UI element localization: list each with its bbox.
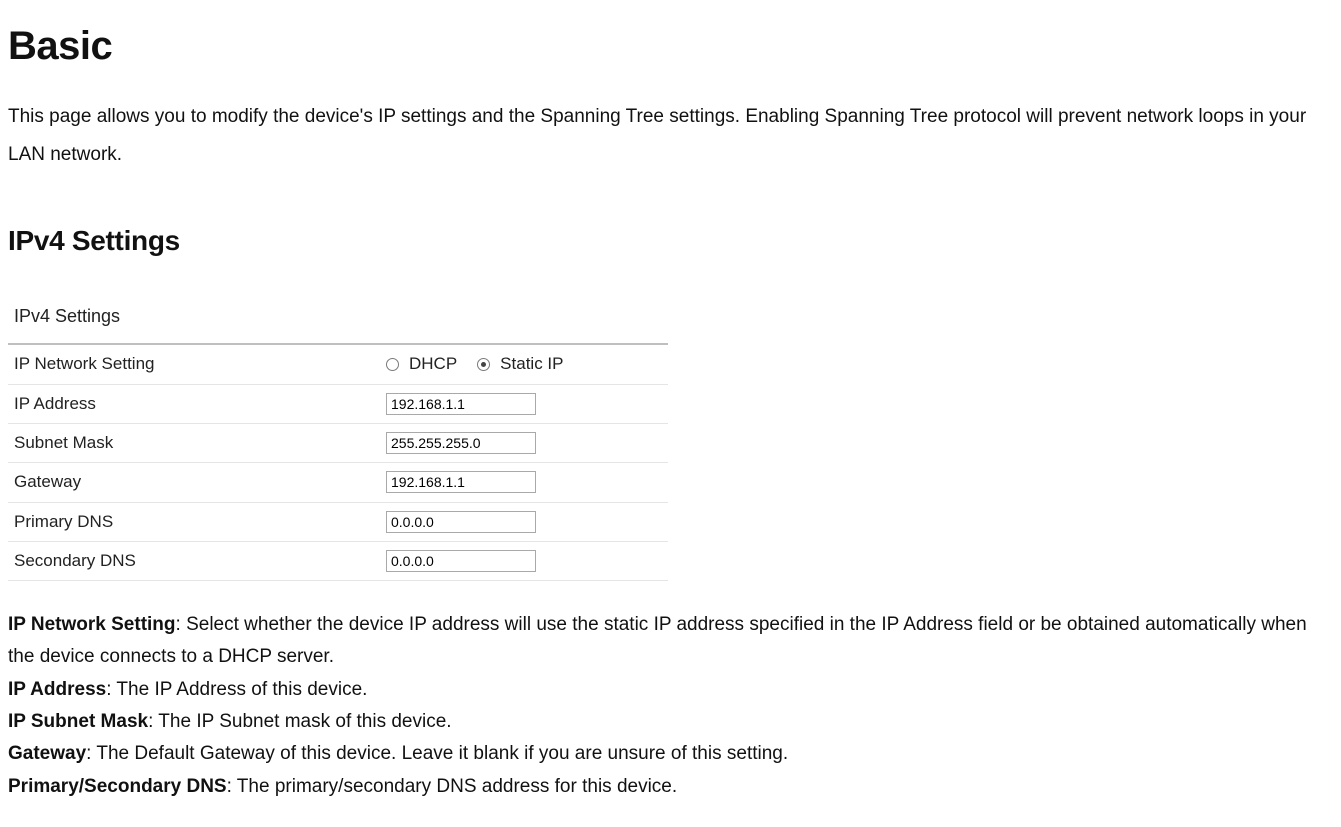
radio-static-ip[interactable]: [477, 358, 490, 371]
def-primary-secondary-dns: Primary/Secondary DNS: The primary/secon…: [8, 771, 1333, 803]
def-term: IP Subnet Mask: [8, 711, 148, 732]
input-secondary-dns[interactable]: [386, 550, 536, 572]
row-primary-dns: Primary DNS: [8, 503, 668, 542]
def-ip-subnet-mask: IP Subnet Mask: The IP Subnet mask of th…: [8, 706, 1333, 738]
label-gateway: Gateway: [14, 466, 386, 498]
label-secondary-dns: Secondary DNS: [14, 545, 386, 577]
ipv4-settings-panel: IPv4 Settings IP Network Setting DHCP St…: [8, 295, 668, 581]
label-ip-network-setting: IP Network Setting: [14, 348, 386, 380]
def-ip-address: IP Address: The IP Address of this devic…: [8, 674, 1333, 706]
def-text: : The Default Gateway of this device. Le…: [86, 743, 788, 764]
row-secondary-dns: Secondary DNS: [8, 542, 668, 581]
radio-dhcp[interactable]: [386, 358, 399, 371]
label-ip-address: IP Address: [14, 388, 386, 420]
def-term: Gateway: [8, 743, 86, 764]
row-ip-network-setting: IP Network Setting DHCP Static IP: [8, 345, 668, 384]
def-text: : The IP Address of this device.: [106, 679, 367, 700]
def-text: : The primary/secondary DNS address for …: [227, 776, 678, 797]
definitions-block: IP Network Setting: Select whether the d…: [8, 609, 1333, 803]
label-primary-dns: Primary DNS: [14, 506, 386, 538]
def-term: Primary/Secondary DNS: [8, 776, 227, 797]
def-ip-network-setting: IP Network Setting: Select whether the d…: [8, 609, 1333, 674]
def-text: : Select whether the device IP address w…: [8, 614, 1307, 667]
def-term: IP Network Setting: [8, 614, 176, 635]
page-intro: This page allows you to modify the devic…: [8, 98, 1333, 174]
row-subnet-mask: Subnet Mask: [8, 424, 668, 463]
def-term: IP Address: [8, 679, 106, 700]
page-title: Basic: [8, 8, 1333, 84]
def-gateway: Gateway: The Default Gateway of this dev…: [8, 738, 1333, 770]
row-ip-address: IP Address: [8, 385, 668, 424]
input-primary-dns[interactable]: [386, 511, 536, 533]
panel-title: IPv4 Settings: [8, 295, 668, 345]
radio-dhcp-label: DHCP: [409, 348, 457, 380]
input-gateway[interactable]: [386, 471, 536, 493]
def-text: : The IP Subnet mask of this device.: [148, 711, 451, 732]
input-ip-address[interactable]: [386, 393, 536, 415]
section-heading-ipv4: IPv4 Settings: [8, 214, 1333, 267]
row-gateway: Gateway: [8, 463, 668, 502]
input-subnet-mask[interactable]: [386, 432, 536, 454]
radio-static-ip-label: Static IP: [500, 348, 563, 380]
label-subnet-mask: Subnet Mask: [14, 427, 386, 459]
